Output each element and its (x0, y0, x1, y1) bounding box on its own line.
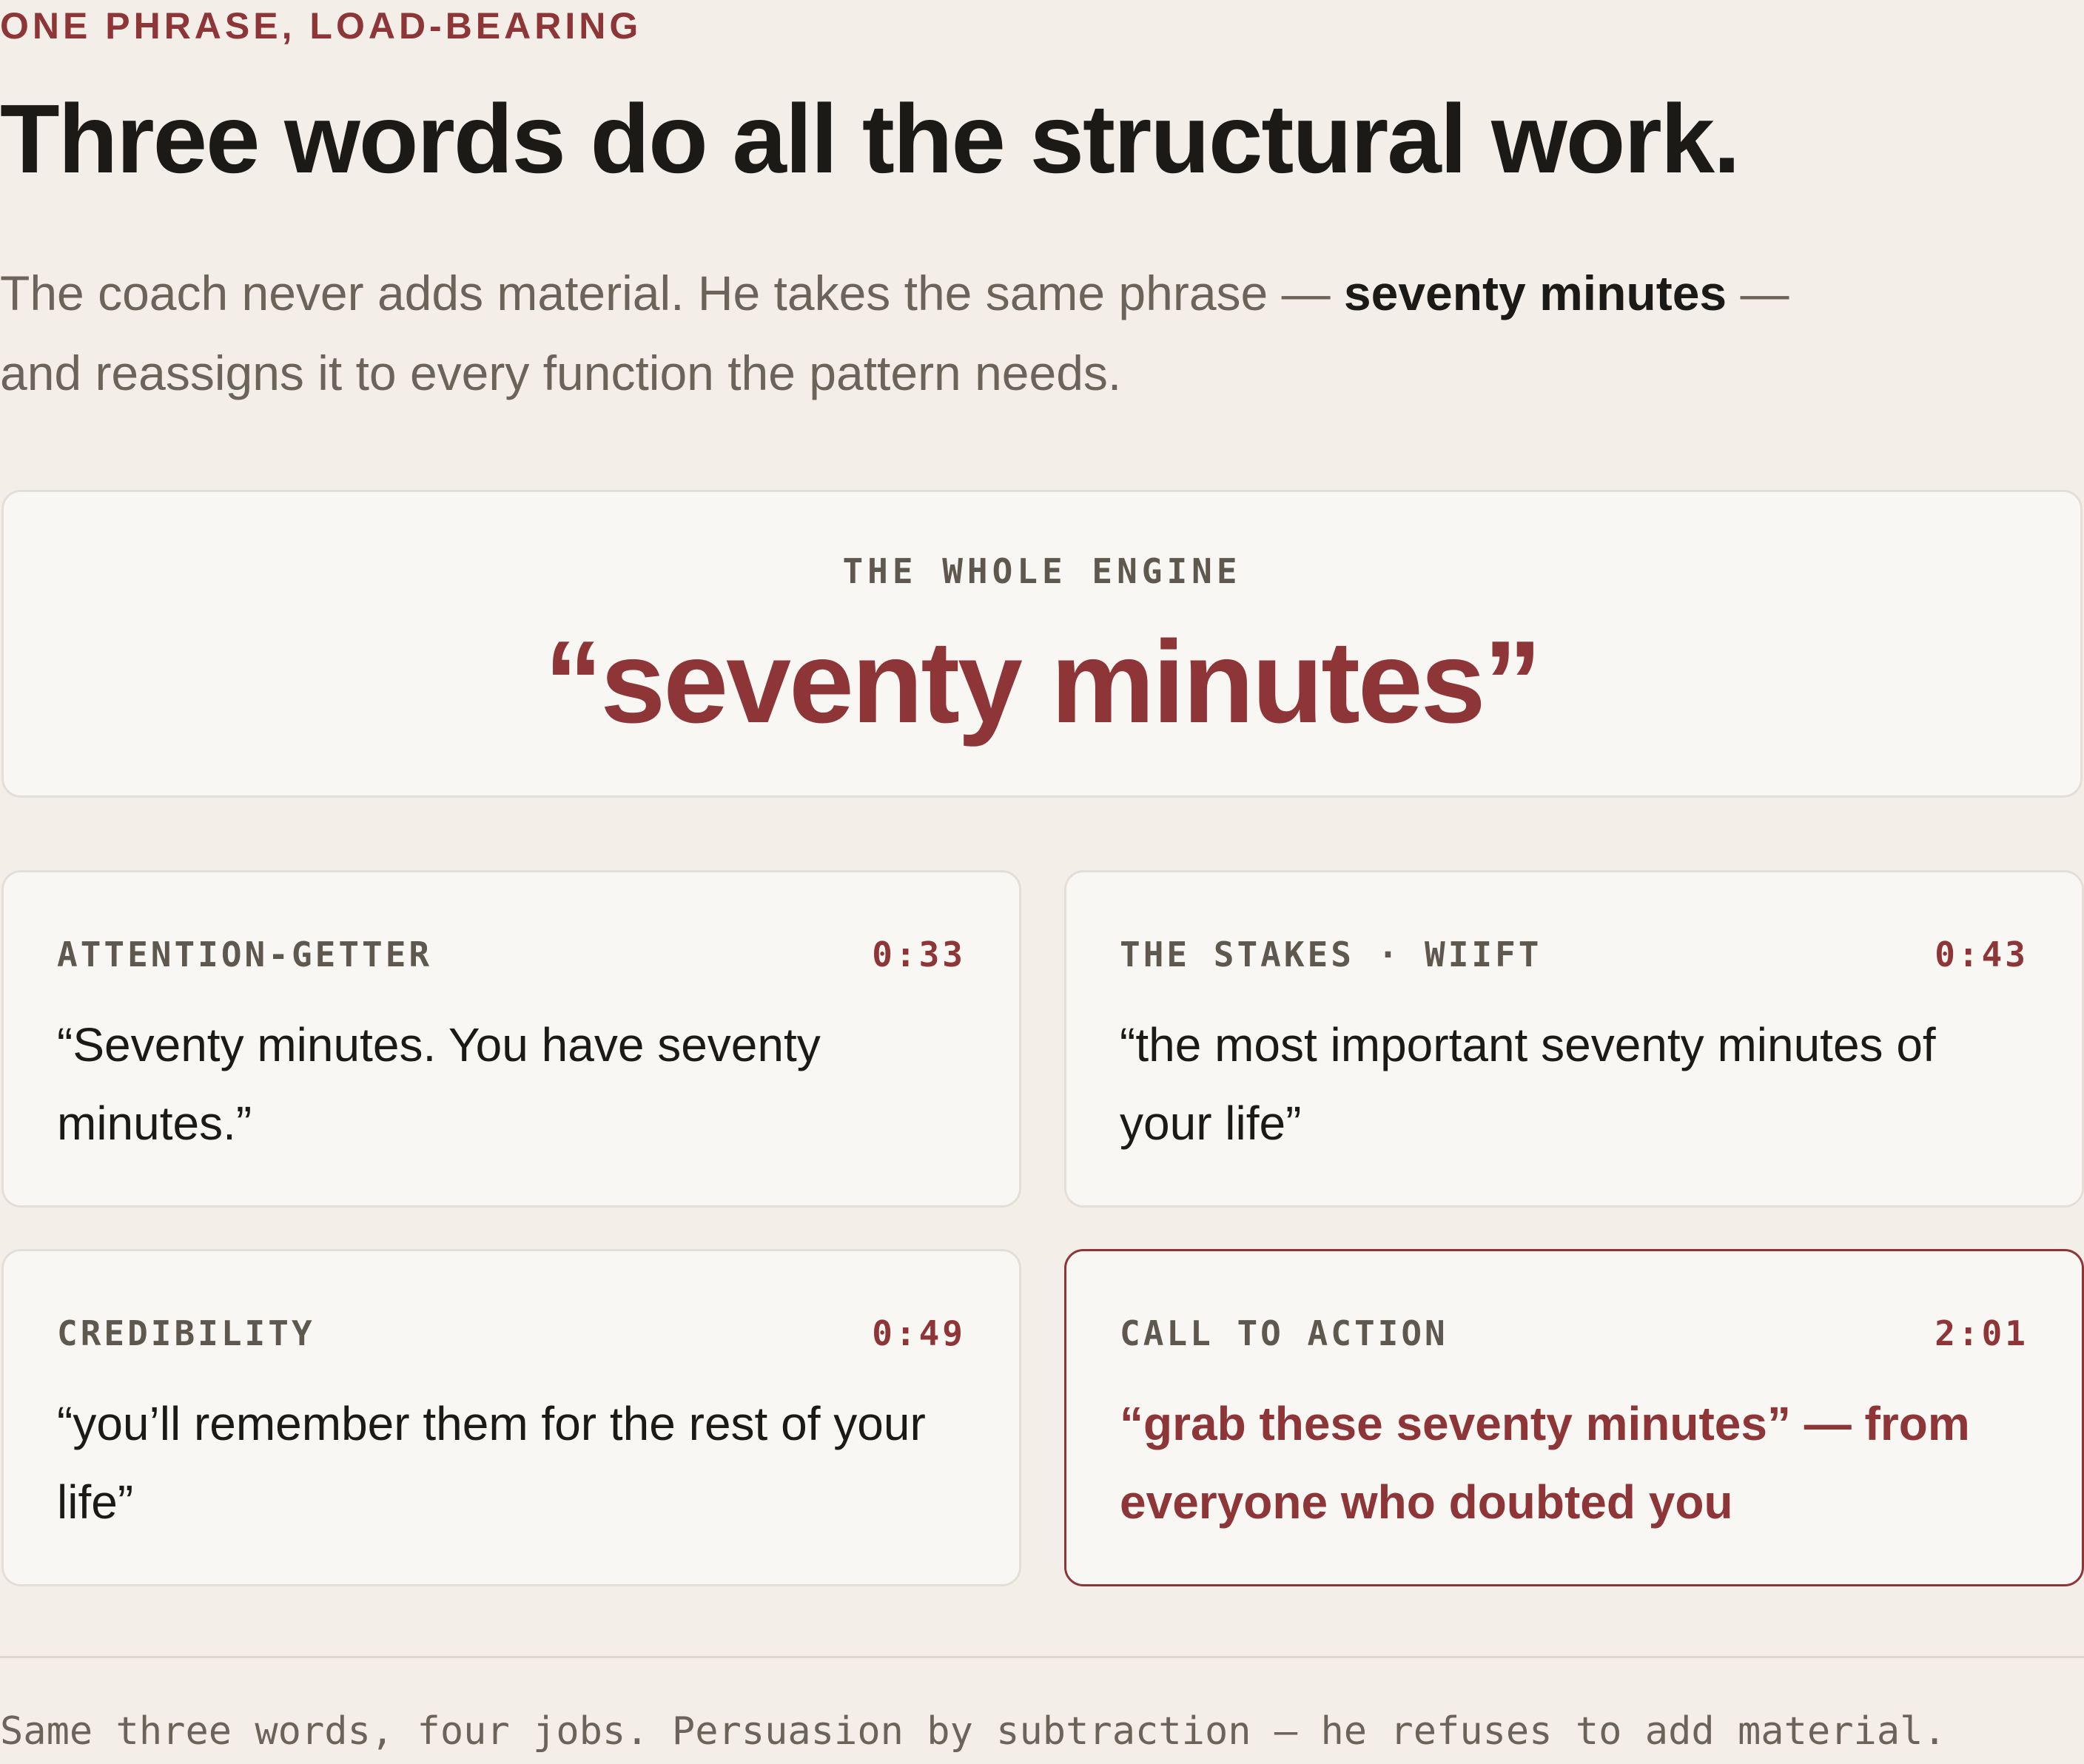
job-card-call-to-action: CALL TO ACTION 2:01 “grab these seventy … (1064, 1249, 2084, 1586)
engine-label: THE WHOLE ENGINE (842, 551, 1242, 591)
footer-divider (0, 1656, 2084, 1658)
job-label: ATTENTION-GETTER (57, 935, 433, 974)
job-timestamp: 2:01 (1935, 1313, 2028, 1353)
job-label: CREDIBILITY (57, 1313, 315, 1353)
job-label: THE STAKES · WIIFT (1120, 935, 1542, 974)
job-card-credibility: CREDIBILITY 0:49 “you’ll remember them f… (1, 1249, 1021, 1586)
job-timestamp: 0:49 (872, 1313, 966, 1353)
footnote: Same three words, four jobs. Persuasion … (0, 1709, 1946, 1754)
section-kicker: ONE PHRASE, LOAD-BEARING (0, 5, 642, 47)
intro-paragraph: The coach never adds material. He takes … (0, 253, 1850, 413)
job-card-header: CALL TO ACTION 2:01 (1120, 1313, 2028, 1353)
job-card-header: ATTENTION-GETTER 0:33 (57, 935, 966, 974)
job-card-attention-getter: ATTENTION-GETTER 0:33 “Seventy minutes. … (1, 870, 1021, 1208)
engine-phrase: “seventy minutes” (544, 617, 1542, 747)
job-quote: “Seventy minutes. You have seventy minut… (57, 1018, 821, 1150)
job-quote: “grab these seventy minutes” — from ever… (1120, 1397, 1970, 1529)
intro-text-before: The coach never adds material. He takes … (0, 266, 1344, 320)
intro-emphasis: seventy minutes (1343, 266, 1727, 320)
job-card-the-stakes: THE STAKES · WIIFT 0:43 “the most import… (1064, 870, 2084, 1208)
job-card-header: CREDIBILITY 0:49 (57, 1313, 966, 1353)
engine-card: THE WHOLE ENGINE “seventy minutes” (1, 490, 2083, 798)
job-quote: “the most important seventy minutes of y… (1120, 1018, 1936, 1150)
job-quote: “you’ll remember them for the rest of yo… (57, 1397, 926, 1529)
job-timestamp: 0:33 (872, 935, 966, 974)
page-title: Three words do all the structural work. (0, 84, 1741, 193)
job-timestamp: 0:43 (1935, 935, 2028, 974)
job-card-header: THE STAKES · WIIFT 0:43 (1120, 935, 2028, 974)
job-label: CALL TO ACTION (1120, 1313, 1448, 1353)
